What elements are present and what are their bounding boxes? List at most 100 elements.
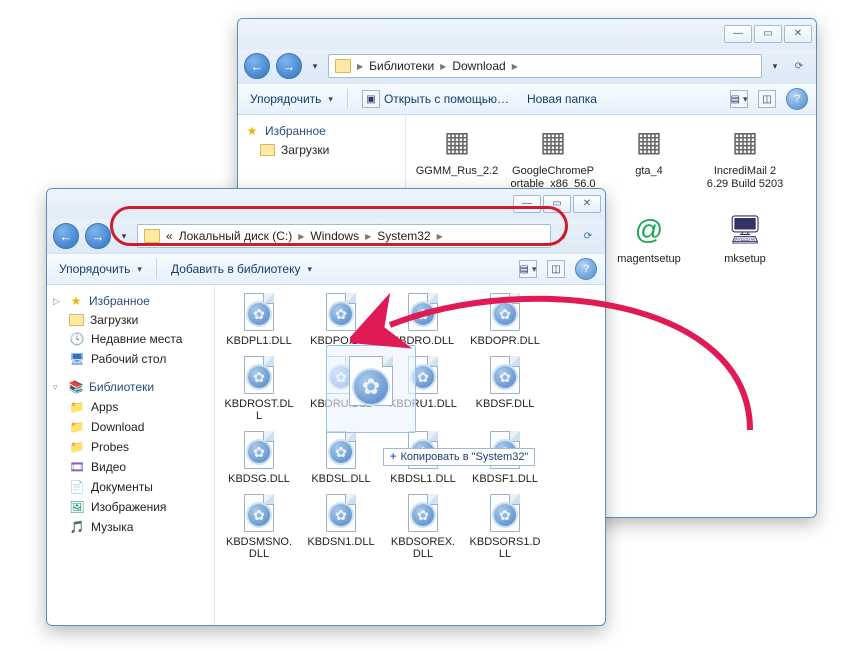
- breadcrumb[interactable]: Библиотеки: [369, 59, 434, 73]
- list-item[interactable]: KBDRU.DLL: [305, 354, 377, 423]
- close-button[interactable]: ✕: [573, 195, 601, 213]
- images-icon: 🖼: [69, 499, 85, 515]
- list-item[interactable]: KBDSL.DLL: [305, 429, 377, 486]
- list-item[interactable]: KBDSG.DLL: [223, 429, 295, 486]
- new-folder-button[interactable]: Новая папка: [523, 90, 601, 108]
- list-item[interactable]: KBDSMSNO.DLL: [223, 492, 295, 561]
- titlebar[interactable]: — ▭ ✕: [47, 189, 605, 219]
- sidebar-item-downloads[interactable]: Загрузки: [49, 311, 212, 329]
- chevron-right-icon: ▶: [512, 62, 518, 71]
- maximize-button[interactable]: ▭: [754, 25, 782, 43]
- preview-pane-button[interactable]: ◫: [758, 90, 776, 108]
- file-label: KBDPL1.DLL: [226, 335, 291, 348]
- sidebar-item-download[interactable]: 📁Download: [49, 417, 212, 437]
- list-item[interactable]: KBDPO.DLL: [305, 291, 377, 348]
- sidebar-item-recent[interactable]: 🕓Недавние места: [49, 329, 212, 349]
- toolbar: Упорядочить ▣ Открыть с помощью… Новая п…: [238, 83, 816, 115]
- file-label: KBDSORS1.DLL: [469, 536, 541, 561]
- preview-pane-button[interactable]: ◫: [547, 260, 565, 278]
- list-item[interactable]: KBDSF1.DLL: [469, 429, 541, 486]
- sidebar-item-label: Избранное: [265, 124, 326, 138]
- list-item[interactable]: ▦gta_4: [606, 121, 692, 203]
- sidebar-item-documents[interactable]: 📄Документы: [49, 477, 212, 497]
- list-item[interactable]: KBDRU1.DLL: [387, 354, 459, 423]
- sidebar-item-label: Библиотеки: [89, 380, 154, 394]
- sidebar-item-music[interactable]: 🎵Музыка: [49, 517, 212, 537]
- open-with-icon: ▣: [362, 90, 380, 108]
- forward-button[interactable]: →: [276, 53, 302, 79]
- address-dropdown[interactable]: ▾: [557, 226, 571, 246]
- sidebar-favorites[interactable]: ★ Избранное: [240, 121, 403, 141]
- recent-icon: 🕓: [69, 331, 85, 347]
- back-button[interactable]: ←: [53, 223, 79, 249]
- dll-icon: [402, 354, 444, 396]
- dll-icon: [238, 492, 280, 534]
- help-button[interactable]: ?: [786, 88, 808, 110]
- file-label: KBDSF.DLL: [476, 398, 535, 411]
- refresh-button[interactable]: ⟳: [577, 231, 599, 242]
- minimize-button[interactable]: —: [724, 25, 752, 43]
- sidebar-item-downloads[interactable]: Загрузки: [240, 141, 403, 159]
- nav-history-dropdown[interactable]: ▾: [308, 56, 322, 76]
- list-item[interactable]: KBDSN1.DLL: [305, 492, 377, 561]
- nav-history-dropdown[interactable]: ▾: [117, 226, 131, 246]
- minimize-button[interactable]: —: [513, 195, 541, 213]
- list-item[interactable]: KBDRO.DLL: [387, 291, 459, 348]
- video-icon: 🎞: [69, 459, 85, 475]
- library-folder-icon: 📁: [69, 419, 85, 435]
- sidebar-item-images[interactable]: 🖼Изображения: [49, 497, 212, 517]
- expand-icon[interactable]: ▿: [53, 382, 63, 393]
- titlebar[interactable]: — ▭ ✕: [238, 19, 816, 49]
- view-button[interactable]: ▤: [730, 90, 748, 108]
- maximize-button[interactable]: ▭: [543, 195, 571, 213]
- app-icon: ▦: [724, 121, 766, 163]
- view-button[interactable]: ▤: [519, 260, 537, 278]
- organize-button[interactable]: Упорядочить: [246, 90, 337, 108]
- list-item[interactable]: KBDOPR.DLL: [469, 291, 541, 348]
- separator: [156, 259, 157, 279]
- list-item[interactable]: ▦IncrediMail 2 6.29 Build 5203: [702, 121, 788, 203]
- explorer-window-system32: — ▭ ✕ ← → ▾ « Локальный диск (C:) ▶ Wind…: [46, 188, 606, 626]
- file-list[interactable]: KBDPL1.DLLKBDPO.DLLKBDRO.DLLKBDOPR.DLLKB…: [215, 285, 605, 625]
- address-bar[interactable]: « Локальный диск (C:) ▶ Windows ▶ System…: [137, 224, 551, 248]
- list-item[interactable]: KBDSL1.DLL: [387, 429, 459, 486]
- breadcrumb[interactable]: System32: [377, 229, 430, 243]
- list-item[interactable]: 🖥mksetup: [702, 209, 788, 278]
- add-to-library-button[interactable]: Добавить в библиотеку: [167, 260, 316, 278]
- file-label: KBDSMSNO.DLL: [223, 536, 295, 561]
- breadcrumb[interactable]: Локальный диск (C:): [179, 229, 293, 243]
- breadcrumb[interactable]: Download: [452, 59, 505, 73]
- address-bar[interactable]: ▶ Библиотеки ▶ Download ▶: [328, 54, 762, 78]
- open-with-button[interactable]: ▣ Открыть с помощью…: [358, 88, 513, 110]
- sidebar-item-video[interactable]: 🎞Видео: [49, 457, 212, 477]
- sidebar-item-desktop[interactable]: 🖥Рабочий стол: [49, 349, 212, 369]
- expand-icon[interactable]: ▷: [53, 296, 63, 307]
- file-label: KBDPO.DLL: [310, 335, 372, 348]
- file-label: KBDSG.DLL: [228, 473, 290, 486]
- address-dropdown[interactable]: ▾: [768, 56, 782, 76]
- dll-icon: [320, 429, 362, 471]
- sidebar-item-apps[interactable]: 📁Apps: [49, 397, 212, 417]
- sidebar-favorites[interactable]: ▷ ★ Избранное: [49, 291, 212, 311]
- sidebar-libraries[interactable]: ▿ 📚 Библиотеки: [49, 377, 212, 397]
- list-item[interactable]: KBDSF.DLL: [469, 354, 541, 423]
- chevron-right-icon: ▶: [298, 232, 304, 241]
- library-folder-icon: 📁: [69, 399, 85, 415]
- sidebar-item-probes[interactable]: 📁Probes: [49, 437, 212, 457]
- breadcrumb[interactable]: Windows: [310, 229, 359, 243]
- forward-button[interactable]: →: [85, 223, 111, 249]
- list-item[interactable]: KBDROST.DLL: [223, 354, 295, 423]
- list-item[interactable]: @magentsetup: [606, 209, 692, 278]
- list-item[interactable]: KBDSOREX.DLL: [387, 492, 459, 561]
- file-label: KBDSF1.DLL: [472, 473, 538, 486]
- list-item[interactable]: KBDSORS1.DLL: [469, 492, 541, 561]
- refresh-button[interactable]: ⟳: [788, 61, 810, 72]
- help-button[interactable]: ?: [575, 258, 597, 280]
- app-icon: @: [628, 209, 670, 251]
- list-item[interactable]: KBDPL1.DLL: [223, 291, 295, 348]
- app-icon: ▦: [628, 121, 670, 163]
- back-button[interactable]: ←: [244, 53, 270, 79]
- sidebar: ▷ ★ Избранное Загрузки 🕓Недавние места 🖥…: [47, 285, 215, 625]
- close-button[interactable]: ✕: [784, 25, 812, 43]
- organize-button[interactable]: Упорядочить: [55, 260, 146, 278]
